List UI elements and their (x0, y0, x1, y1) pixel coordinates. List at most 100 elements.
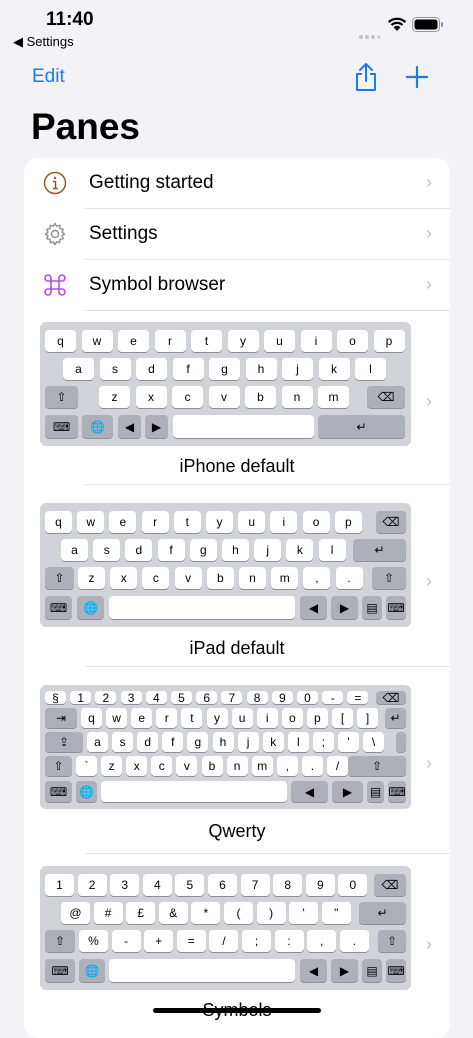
key: a (61, 539, 88, 561)
key: 5 (175, 874, 205, 896)
iphone-keyboard-preview: q w e r t y u i o p a s d f g h j k l ⇧ z x c v b n m ⌫ ⌨ 🌐 ◀ ▶ ↵ (40, 322, 411, 446)
chevron-right-icon: › (426, 571, 432, 591)
key: d (125, 539, 153, 561)
key: 3 (120, 691, 142, 705)
key: j (237, 732, 259, 752)
list-item-symbol-browser[interactable]: Symbol browser › (24, 260, 450, 310)
key: q (45, 511, 72, 533)
key: b (245, 386, 276, 408)
key: \ (363, 732, 385, 752)
command-icon (43, 273, 67, 297)
key: o (302, 511, 330, 533)
return-key: ↵ (318, 415, 405, 438)
key: o (281, 708, 303, 728)
key: d (137, 732, 159, 752)
key: 5 (171, 691, 192, 705)
key: q (81, 708, 102, 728)
key: t (181, 708, 203, 728)
key: 0 (297, 691, 318, 705)
key: b (206, 567, 234, 589)
page-title: Panes (31, 106, 141, 147)
key: % (79, 930, 108, 952)
key: z (78, 567, 105, 589)
key: j (282, 358, 313, 380)
key: ) (256, 902, 286, 924)
key: " (321, 902, 351, 924)
key: ; (312, 732, 334, 752)
return-key: ↵ (359, 902, 406, 924)
keyboard-label: iPhone default (179, 456, 295, 476)
key: d (136, 358, 167, 380)
space-key (109, 959, 295, 982)
key: f (157, 539, 185, 561)
key: e (131, 708, 153, 728)
key: 8 (246, 691, 268, 705)
key: w (77, 511, 105, 533)
notes-key: ▤ (362, 959, 382, 982)
info-icon (43, 171, 67, 195)
key: 8 (273, 874, 303, 896)
chevron-right-icon: › (426, 172, 432, 192)
key: i (256, 708, 278, 728)
key: ' (338, 732, 359, 752)
delete-key: ⌫ (367, 386, 405, 408)
key: w (106, 708, 128, 728)
list-item-qwerty[interactable]: § 1 2 3 4 5 6 7 8 9 0- = ⌫ ⇥ q w e r t y u i o p[] ↵ ⇪ a s d f g h j k l; '… (24, 667, 450, 852)
qwerty-keyboard-preview: § 1 2 3 4 5 6 7 8 9 0- = ⌫ ⇥ q w e r t y u i o p[] ↵ ⇪ a s d f g h j k l; '… (40, 685, 411, 809)
delete-key: ⌫ (376, 511, 406, 533)
key: g (187, 732, 209, 752)
key: k (318, 358, 350, 380)
key: v (176, 756, 198, 776)
panes-list: Getting started › Settings › Symbol brow… (24, 158, 450, 1038)
globe-key: 🌐 (82, 415, 113, 438)
edit-button[interactable]: Edit (32, 66, 65, 88)
keyboard-label: iPad default (189, 638, 285, 658)
back-to-settings-link[interactable]: ◀ Settings (13, 34, 74, 50)
key: y (227, 330, 259, 352)
key: m (271, 567, 299, 589)
key: k (262, 732, 284, 752)
key: . (301, 756, 323, 776)
plus-icon[interactable] (405, 65, 429, 94)
share-icon[interactable] (354, 62, 378, 97)
list-item-iphone-default[interactable]: q w e r t y u i o p a s d f g h j k l ⇧ z x c v b n m ⌫ ⌨ 🌐 ◀ ▶ ↵ › iPho… (24, 311, 450, 484)
key: s (112, 732, 134, 752)
key: w (81, 330, 113, 352)
keyboard-hide-key: ⌨ (388, 781, 406, 802)
delete-key: ⌫ (376, 691, 406, 705)
key: x (126, 756, 148, 776)
list-item-getting-started[interactable]: Getting started › (24, 158, 450, 208)
key: h (222, 539, 249, 561)
key: j (254, 539, 282, 561)
key: 9 (271, 691, 293, 705)
list-item-ipad-default[interactable]: q w e r t y u i o p ⌫ a s d f g h j k l ↵ ⇧ z x c v b n m,. ⇧ ⌨ 🌐 ◀ ▶ ▤ ⌨ ›… (24, 485, 450, 666)
space-key (101, 781, 287, 802)
left-arrow-key: ◀ (118, 415, 141, 438)
left-arrow-key: ◀ (300, 959, 327, 982)
key: 1 (45, 874, 74, 896)
chevron-right-icon: › (426, 223, 432, 243)
key: + (144, 930, 174, 952)
key: i (270, 511, 298, 533)
key: 2 (77, 874, 107, 896)
key: p (373, 330, 405, 352)
shift-key: ⇧ (45, 930, 75, 952)
key: m (318, 386, 349, 408)
key: h (245, 358, 277, 380)
key: u (238, 511, 266, 533)
return-key: ↵ (385, 708, 406, 728)
key: n (226, 756, 248, 776)
key: c (151, 756, 173, 776)
list-item-settings[interactable]: Settings › (24, 209, 450, 259)
key: a (87, 732, 108, 752)
return-key: ↵ (353, 539, 406, 561)
key: 4 (142, 874, 172, 896)
key: a (63, 358, 94, 380)
key: : (274, 930, 304, 952)
key: s (99, 358, 131, 380)
keyboard-label: Qwerty (208, 821, 266, 841)
key: x (110, 567, 138, 589)
key: . (339, 930, 369, 952)
key: b (201, 756, 223, 776)
globe-key: 🌐 (76, 781, 97, 802)
